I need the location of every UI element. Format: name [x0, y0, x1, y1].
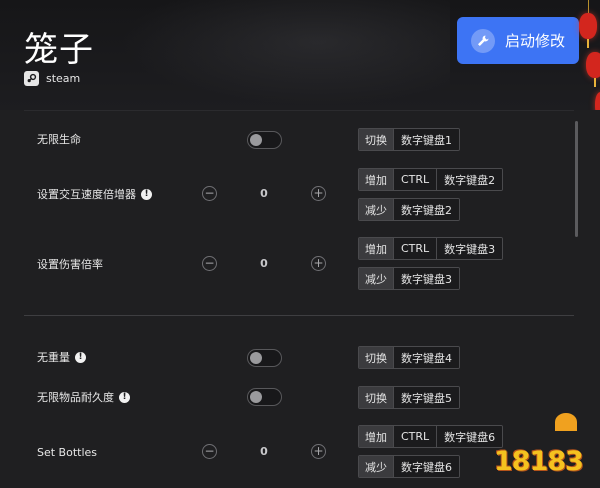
- hotkey-group[interactable]: 减少 数字键盘2: [358, 198, 460, 221]
- stepper-value: 0: [260, 445, 268, 458]
- hotkey-group[interactable]: 增加 CTRL 数字键盘6: [358, 425, 504, 448]
- hotkey-group[interactable]: 减少 数字键盘3: [358, 267, 460, 290]
- hotkey-group[interactable]: 增加 CTRL 数字键盘2: [358, 168, 504, 191]
- platform-tag: steam: [24, 71, 80, 86]
- info-icon[interactable]: !: [141, 188, 152, 200]
- cheat-label-text: Set Bottles: [37, 445, 98, 459]
- info-icon[interactable]: !: [75, 351, 86, 363]
- hotkey-group[interactable]: 减少 数字键盘6: [358, 455, 460, 478]
- decrease-button[interactable]: −: [202, 444, 217, 459]
- info-icon[interactable]: !: [119, 391, 130, 403]
- hotkey-key: 数字键盘3: [436, 238, 503, 259]
- increase-button[interactable]: +: [311, 256, 326, 271]
- cheat-toggle[interactable]: [247, 388, 282, 406]
- cheat-toggle[interactable]: [247, 349, 282, 367]
- hotkey-key: 数字键盘4: [394, 347, 459, 368]
- cheat-label: 无重量 !: [37, 349, 86, 365]
- hotkey-group[interactable]: 切换 数字键盘4: [358, 346, 460, 369]
- header: 笼子 steam 启动修改: [0, 0, 600, 118]
- cheat-label: Set Bottles: [37, 444, 97, 460]
- hotkey-action: 减少: [359, 456, 394, 477]
- hotkey-group[interactable]: 增加 CTRL 数字键盘3: [358, 237, 504, 260]
- scrollbar-thumb[interactable]: [575, 121, 578, 237]
- increase-button[interactable]: +: [311, 444, 326, 459]
- hotkey-key: CTRL: [394, 426, 437, 447]
- hotkey-key: CTRL: [394, 169, 437, 190]
- hotkey-action: 增加: [359, 169, 394, 190]
- hotkey-key: 数字键盘3: [394, 268, 459, 289]
- hotkey-key: CTRL: [394, 238, 437, 259]
- hotkey-key: 数字键盘5: [394, 387, 459, 408]
- hotkey-action: 减少: [359, 199, 394, 220]
- watermark-logo: 18183: [494, 446, 584, 477]
- increase-button[interactable]: +: [311, 186, 326, 201]
- steam-icon: [24, 71, 39, 86]
- cheat-label-text: 无限物品耐久度: [37, 391, 114, 404]
- header-background-art: [120, 0, 450, 105]
- hotkey-action: 切换: [359, 347, 394, 368]
- hotkey-key: 数字键盘6: [394, 456, 459, 477]
- divider: [24, 110, 574, 111]
- divider: [24, 315, 574, 316]
- cheat-label-text: 无重量: [37, 351, 70, 364]
- wrench-icon: [471, 28, 495, 53]
- launch-mod-button[interactable]: 启动修改: [457, 17, 579, 64]
- cheat-toggle[interactable]: [247, 131, 282, 149]
- hotkey-action: 切换: [359, 387, 394, 408]
- stepper-value: 0: [260, 187, 268, 200]
- game-title: 笼子: [24, 30, 94, 70]
- hotkey-action: 增加: [359, 238, 394, 259]
- cheat-label: 无限生命: [37, 131, 81, 147]
- cheat-label-text: 设置伤害倍率: [37, 258, 103, 271]
- cheat-label: 设置伤害倍率: [37, 256, 103, 272]
- cheat-label: 无限物品耐久度 !: [37, 389, 130, 405]
- lantern-rope: [588, 0, 589, 14]
- hotkey-key: 数字键盘6: [436, 426, 503, 447]
- decrease-button[interactable]: −: [202, 186, 217, 201]
- stepper-value: 0: [260, 257, 268, 270]
- cheat-label: 设置交互速度倍增器 !: [37, 186, 152, 202]
- hotkey-action: 增加: [359, 426, 394, 447]
- hotkey-action: 切换: [359, 129, 394, 150]
- cheat-label-text: 设置交互速度倍增器: [37, 188, 136, 201]
- hotkey-action: 减少: [359, 268, 394, 289]
- platform-label: steam: [46, 72, 81, 85]
- cheat-label-text: 无限生命: [37, 133, 81, 146]
- hotkey-key: 数字键盘1: [394, 129, 459, 150]
- decrease-button[interactable]: −: [202, 256, 217, 271]
- lantern-decoration: [586, 52, 600, 87]
- hotkey-key: 数字键盘2: [436, 169, 503, 190]
- lantern-decoration: [579, 13, 597, 48]
- hotkey-group[interactable]: 切换 数字键盘1: [358, 128, 460, 151]
- launch-mod-label: 启动修改: [505, 32, 566, 50]
- hotkey-key: 数字键盘2: [394, 199, 459, 220]
- hotkey-group[interactable]: 切换 数字键盘5: [358, 386, 460, 409]
